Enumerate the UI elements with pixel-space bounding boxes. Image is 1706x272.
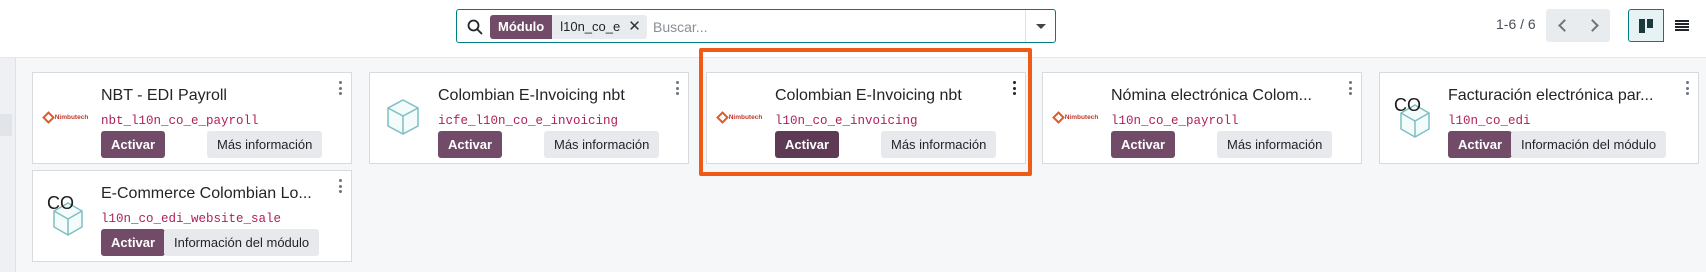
module-title: NBT - EDI Payroll bbox=[101, 87, 227, 104]
kanban-view: Nimbutech NBT - EDI Payroll nbt_l10n_co_… bbox=[0, 48, 1706, 272]
chevron-right-icon bbox=[1585, 19, 1599, 32]
facet-value: l10n_co_e bbox=[560, 19, 621, 34]
pager-value[interactable]: 1-6 / 6 bbox=[1496, 16, 1536, 32]
highlight-box bbox=[699, 48, 1032, 176]
logo-text: Nimbutech bbox=[54, 113, 89, 121]
module-title: Colombian E-Invoicing nbt bbox=[438, 87, 625, 104]
pager-previous-button[interactable] bbox=[1546, 9, 1578, 42]
module-card[interactable]: Nimbutech Nómina electrónica Colom... l1… bbox=[1042, 72, 1362, 164]
module-info-button[interactable]: Información del módulo bbox=[1511, 131, 1667, 158]
nimbutech-logo: Nimbutech bbox=[1051, 95, 1101, 139]
search-input[interactable] bbox=[653, 16, 973, 38]
module-info-button[interactable]: Información del módulo bbox=[164, 229, 320, 256]
caret-down-icon bbox=[1035, 23, 1046, 29]
pager-next-button[interactable] bbox=[1578, 9, 1610, 42]
nimbutech-logo: Nimbutech bbox=[41, 95, 91, 139]
module-card[interactable]: CO E-Commerce Colombian Lo... l10n_co_ed… bbox=[32, 170, 352, 262]
search-bar[interactable]: Módulo l10n_co_e ✕ bbox=[456, 9, 1056, 43]
module-card[interactable]: Nimbutech NBT - EDI Payroll nbt_l10n_co_… bbox=[32, 72, 352, 164]
co-cube-icon: CO bbox=[41, 193, 91, 237]
module-card[interactable]: Colombian E-Invoicing nbt icfe_l10n_co_e… bbox=[369, 72, 689, 164]
kebab-menu-icon[interactable] bbox=[339, 179, 343, 193]
module-title: E-Commerce Colombian Lo... bbox=[101, 185, 312, 202]
search-facet: Módulo l10n_co_e ✕ bbox=[490, 15, 647, 39]
facet-value-container: l10n_co_e ✕ bbox=[552, 15, 647, 39]
side-panel-edge bbox=[0, 58, 16, 272]
module-technical-name: l10n_co_e_payroll bbox=[1111, 114, 1239, 128]
more-info-button[interactable]: Más información bbox=[1217, 131, 1333, 158]
module-title: Nómina electrónica Colom... bbox=[1111, 87, 1312, 104]
activate-button[interactable]: Activar bbox=[1448, 131, 1513, 158]
logo-text: CO bbox=[1394, 95, 1421, 115]
module-technical-name: l10n_co_edi bbox=[1448, 114, 1531, 128]
co-cube-icon: CO bbox=[1388, 95, 1438, 139]
logo-text: Nimbutech bbox=[1064, 113, 1099, 121]
kebab-menu-icon[interactable] bbox=[676, 81, 680, 95]
activate-button[interactable]: Activar bbox=[101, 229, 166, 256]
activate-button[interactable]: Activar bbox=[438, 131, 503, 158]
search-options-toggle[interactable] bbox=[1025, 10, 1055, 42]
module-title: Facturación electrónica par... bbox=[1448, 87, 1654, 104]
module-technical-name: icfe_l10n_co_e_invoicing bbox=[438, 114, 619, 128]
search-icon bbox=[467, 19, 483, 35]
kebab-menu-icon[interactable] bbox=[339, 81, 343, 95]
more-info-button[interactable]: Más información bbox=[544, 131, 660, 158]
cube-icon bbox=[378, 95, 428, 139]
close-icon[interactable]: ✕ bbox=[628, 15, 641, 39]
kanban-view-button[interactable] bbox=[1628, 9, 1664, 42]
module-card[interactable]: CO Facturación electrónica par... l10n_c… bbox=[1379, 72, 1699, 164]
list-view-button[interactable] bbox=[1664, 9, 1700, 42]
chevron-left-icon bbox=[1557, 19, 1571, 32]
logo-text: CO bbox=[47, 193, 74, 213]
more-info-button[interactable]: Más información bbox=[207, 131, 323, 158]
activate-button[interactable]: Activar bbox=[1111, 131, 1176, 158]
kebab-menu-icon[interactable] bbox=[1349, 81, 1353, 95]
module-technical-name: nbt_l10n_co_e_payroll bbox=[101, 114, 259, 128]
kebab-menu-icon[interactable] bbox=[1686, 81, 1690, 95]
module-technical-name: l10n_co_edi_website_sale bbox=[101, 212, 282, 226]
kanban-icon bbox=[1639, 18, 1653, 33]
facet-name: Módulo bbox=[490, 15, 553, 39]
activate-button[interactable]: Activar bbox=[101, 131, 166, 158]
list-icon bbox=[1675, 19, 1689, 32]
